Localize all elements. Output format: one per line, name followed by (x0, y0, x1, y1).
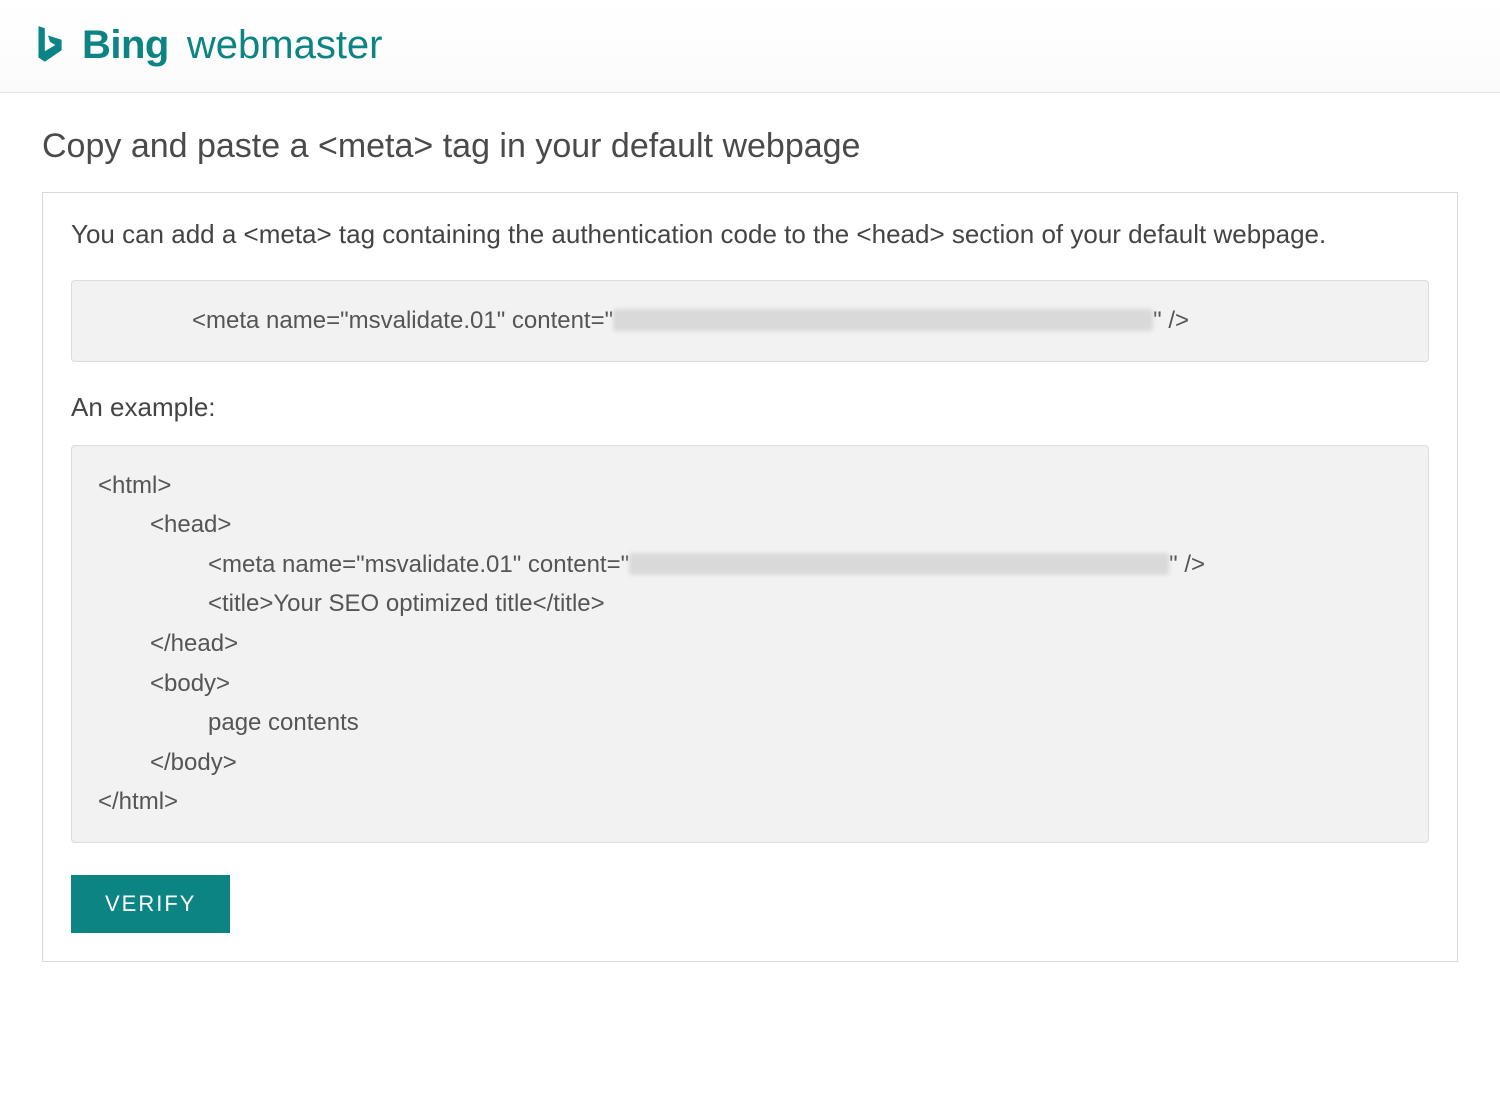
example-line: </head> (98, 624, 1402, 664)
example-line: <title>Your SEO optimized title</title> (98, 584, 1402, 624)
redacted-auth-code (613, 309, 1153, 331)
example-line: <meta name="msvalidate.01" content=" " /> (98, 545, 1402, 585)
example-meta-suffix: " /> (1169, 551, 1205, 578)
verification-panel: You can add a <meta> tag containing the … (42, 192, 1458, 962)
header: Bing webmaster (0, 0, 1500, 93)
example-line: <html> (98, 466, 1402, 506)
example-label: An example: (71, 392, 1429, 423)
description-text: You can add a <meta> tag containing the … (71, 217, 1429, 252)
example-line: <head> (98, 505, 1402, 545)
page-body: Copy and paste a <meta> tag in your defa… (0, 93, 1500, 962)
example-line: </html> (98, 782, 1402, 822)
example-line: <body> (98, 664, 1402, 704)
bing-logo-icon (30, 22, 68, 68)
meta-snippet-suffix: " /> (1153, 307, 1189, 334)
brand-name: Bing (82, 23, 169, 68)
meta-snippet-prefix: <meta name="msvalidate.01" content=" (192, 307, 613, 334)
redacted-auth-code (629, 553, 1169, 575)
example-line: page contents (98, 703, 1402, 743)
meta-tag-snippet[interactable]: <meta name="msvalidate.01" content=" " /> (71, 280, 1429, 362)
verify-button[interactable]: VERIFY (71, 875, 230, 933)
product-name: webmaster (187, 23, 383, 68)
example-meta-prefix: <meta name="msvalidate.01" content=" (208, 551, 629, 578)
example-line: </body> (98, 743, 1402, 783)
example-code-block[interactable]: <html><head><meta name="msvalidate.01" c… (71, 445, 1429, 843)
page-title: Copy and paste a <meta> tag in your defa… (42, 127, 1458, 166)
